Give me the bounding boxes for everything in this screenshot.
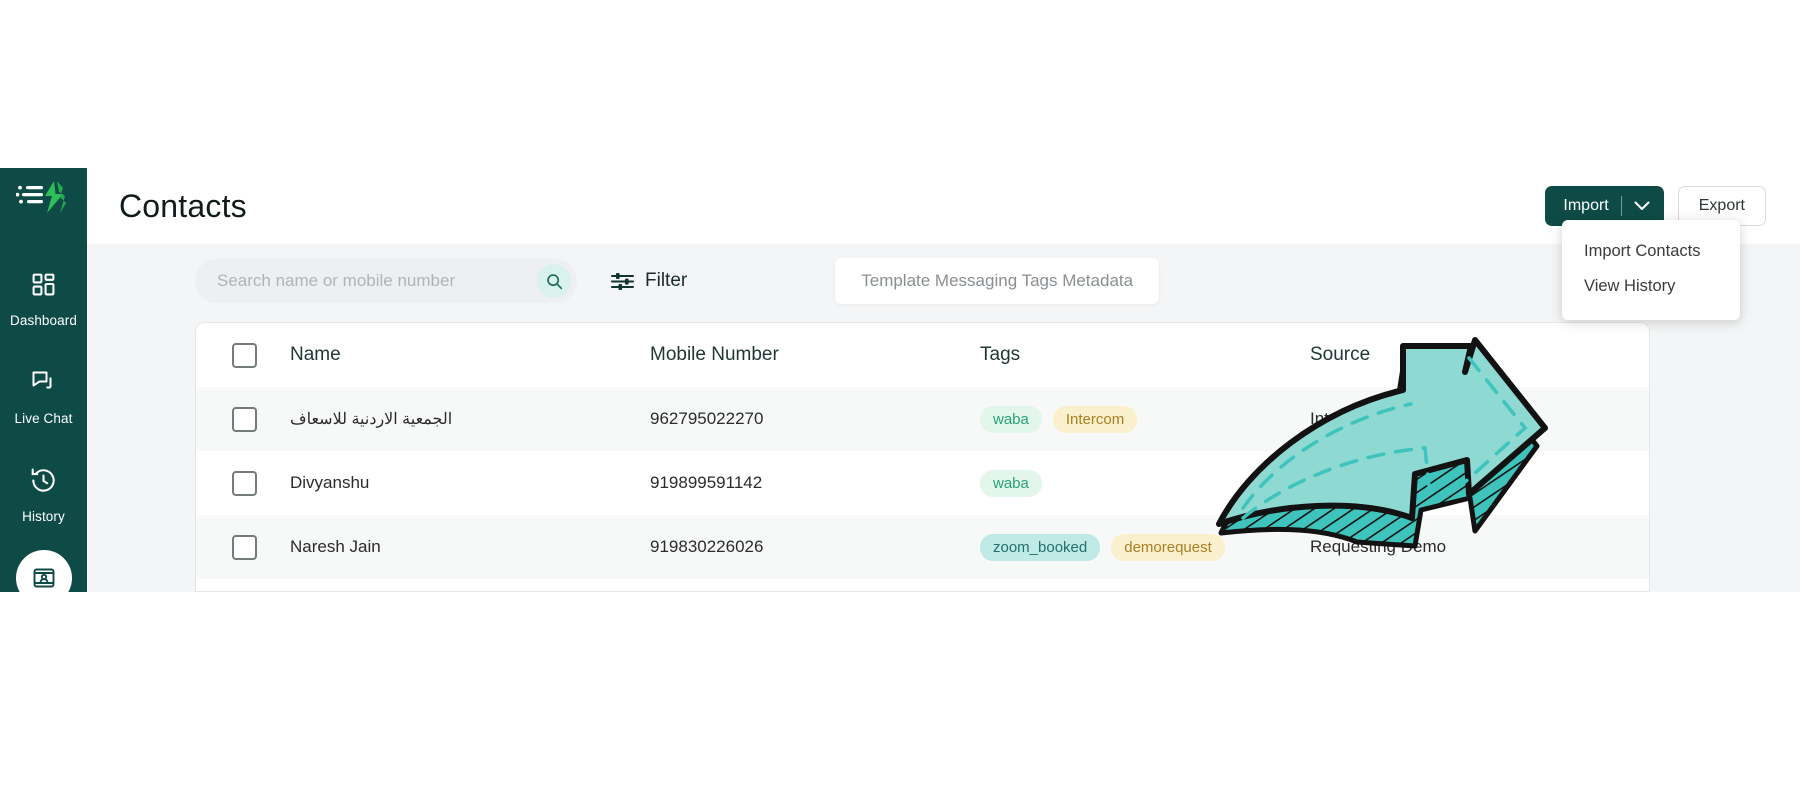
- cell-mobile: 962795022270: [650, 409, 764, 428]
- search-box: [195, 259, 577, 303]
- sidebar-item-dashboard[interactable]: Dashboard: [0, 256, 87, 328]
- column-header-source[interactable]: Source: [1310, 323, 1649, 387]
- filter-button[interactable]: Filter: [611, 270, 687, 292]
- contacts-icon-wrap: [15, 550, 72, 592]
- row-checkbox[interactable]: [232, 470, 257, 496]
- import-button-divider: [1620, 196, 1622, 216]
- chevron-down-icon[interactable]: [1634, 201, 1650, 211]
- contacts-table-element: Name Mobile Number Tags Source الجمعية ا…: [196, 323, 1649, 579]
- grid-icon: [32, 273, 55, 295]
- import-dropdown-menu: Import Contacts View History: [1562, 220, 1740, 320]
- page-header: Contacts Import Export: [87, 168, 1800, 244]
- cell-mobile: 919899591142: [650, 473, 763, 492]
- menu-item-import-contacts[interactable]: Import Contacts: [1562, 234, 1740, 269]
- convo-logo-icon: [15, 181, 66, 213]
- tag-list: waba Intercom: [980, 405, 1310, 433]
- cell-name: Naresh Jain: [290, 537, 381, 556]
- app-logo[interactable]: [13, 178, 75, 218]
- table-row[interactable]: Naresh Jain 919830226026 zoom_booked dem…: [196, 515, 1649, 579]
- table-head: Name Mobile Number Tags Source: [196, 323, 1649, 387]
- row-select-cell: [196, 387, 290, 451]
- cell-source: WABA Form: [1310, 473, 1403, 492]
- column-header-name[interactable]: Name: [290, 323, 650, 387]
- row-checkbox[interactable]: [232, 534, 257, 560]
- select-all-cell: [196, 323, 290, 387]
- tag-chip[interactable]: zoom_booked: [980, 533, 1101, 561]
- table-body: الجمعية الاردنية للاسعاف 962795022270 wa…: [196, 387, 1649, 579]
- tag-list: zoom_booked demorequest: [980, 533, 1310, 561]
- import-button-label: Import: [1563, 197, 1609, 214]
- cell-tags: waba Intercom: [980, 387, 1310, 451]
- sidebar-item-label: History: [22, 509, 65, 524]
- cell-tags: waba: [980, 451, 1310, 515]
- sidebar-item-history[interactable]: History: [0, 452, 87, 524]
- filter-sliders-icon: [611, 272, 634, 290]
- page-title: Contacts: [119, 187, 247, 224]
- history-icon-wrap: [16, 452, 72, 508]
- tag-list: waba: [980, 469, 1310, 497]
- cell-source: Intercom Signed up: [1310, 409, 1458, 428]
- chat-icon: [32, 371, 51, 389]
- template-messaging-pill[interactable]: Template Messaging Tags Metadata: [835, 258, 1160, 304]
- search-icon: [546, 273, 562, 289]
- column-header-mobile[interactable]: Mobile Number: [650, 323, 980, 387]
- row-checkbox[interactable]: [232, 406, 257, 432]
- row-select-cell: [196, 451, 290, 515]
- cell-source: Requesting Demo: [1310, 537, 1447, 556]
- sidebar-item-live-chat[interactable]: Live Chat: [0, 354, 87, 426]
- table-header-row: Name Mobile Number Tags Source: [196, 323, 1649, 387]
- toolbar: Filter Template Messaging Tags Metadata: [87, 244, 1800, 314]
- sidebar-item-label: Live Chat: [14, 411, 73, 426]
- cell-name: الجمعية الاردنية للاسعاف: [290, 411, 453, 428]
- row-select-cell: [196, 515, 290, 579]
- search-button[interactable]: [537, 264, 571, 298]
- contact-card-icon: [33, 568, 54, 588]
- cell-name: Divyanshu: [290, 473, 370, 492]
- history-clock-icon: [31, 467, 55, 492]
- tag-chip[interactable]: waba: [980, 469, 1042, 497]
- live-chat-icon-wrap: [16, 354, 72, 410]
- cell-mobile: 919830226026: [650, 537, 764, 556]
- dashboard-icon-wrap: [16, 256, 72, 312]
- select-all-checkbox[interactable]: [232, 342, 257, 368]
- tag-chip[interactable]: waba: [980, 405, 1042, 433]
- contacts-table: Name Mobile Number Tags Source الجمعية ا…: [195, 322, 1650, 592]
- tag-chip[interactable]: Intercom: [1052, 405, 1138, 433]
- sidebar: Dashboard Live Chat History: [0, 168, 87, 592]
- table-row[interactable]: الجمعية الاردنية للاسعاف 962795022270 wa…: [196, 387, 1649, 451]
- sidebar-item-label: Dashboard: [10, 313, 77, 328]
- column-header-tags[interactable]: Tags: [980, 323, 1310, 387]
- cell-tags: zoom_booked demorequest: [980, 515, 1310, 579]
- filter-label: Filter: [645, 270, 688, 291]
- app-window: Dashboard Live Chat History Contacts Imp…: [0, 168, 1800, 592]
- sidebar-item-contacts[interactable]: Contacts: [0, 550, 87, 592]
- tag-chip[interactable]: demorequest: [1111, 533, 1225, 561]
- main-content: Contacts Import Export Import Contacts V…: [87, 168, 1800, 592]
- menu-item-view-history[interactable]: View History: [1562, 269, 1740, 304]
- table-row[interactable]: Divyanshu 919899591142 waba WABA Form: [196, 451, 1649, 515]
- search-input[interactable]: [217, 271, 537, 291]
